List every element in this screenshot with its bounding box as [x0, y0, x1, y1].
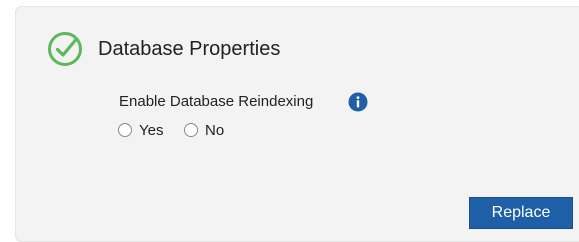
panel-title: Database Properties: [98, 38, 281, 60]
info-icon[interactable]: [348, 92, 368, 112]
radio-no[interactable]: [184, 123, 198, 137]
reindexing-label: Enable Database Reindexing: [119, 93, 314, 110]
radio-no-label[interactable]: No: [205, 121, 224, 141]
check-circle-icon: [48, 32, 82, 66]
replace-button[interactable]: Replace: [469, 197, 573, 229]
radio-yes[interactable]: [118, 123, 132, 137]
radio-yes-label[interactable]: Yes: [139, 121, 163, 141]
